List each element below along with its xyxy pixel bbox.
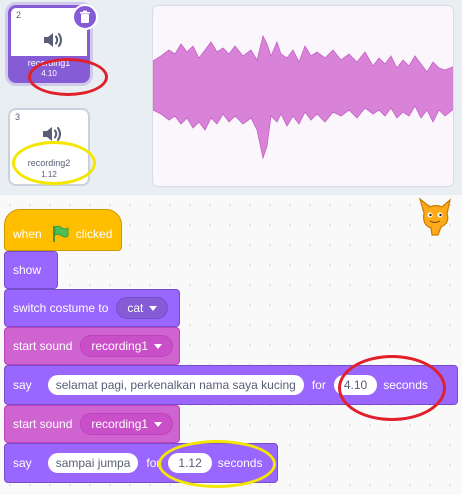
block-label: switch costume to (13, 301, 109, 315)
block-label: say (13, 456, 32, 470)
sound-number: 2 (16, 10, 22, 20)
when-flag-clicked-block[interactable]: when clicked (4, 209, 122, 251)
show-block[interactable]: show (4, 251, 58, 289)
highlight-ring-recording2-yellow (12, 141, 96, 185)
say-message-input[interactable]: selamat pagi, perkenalkan nama saya kuci… (47, 375, 304, 395)
dropdown-value: cat (127, 301, 144, 315)
block-label: show (13, 263, 42, 277)
block-label: start sound (13, 417, 73, 431)
sound-number: 3 (15, 112, 21, 122)
trash-icon (80, 10, 90, 23)
waveform (153, 34, 453, 160)
switch-costume-block[interactable]: switch costume to cat (4, 289, 180, 327)
block-label: for (311, 378, 326, 392)
start-sound-block[interactable]: start sound recording1 (4, 327, 180, 365)
highlight-ring-seconds-red (338, 355, 446, 421)
green-flag-icon (52, 225, 69, 242)
say-message-input[interactable]: sampai jumpa (47, 453, 139, 473)
dropdown-value: recording1 (91, 417, 149, 431)
waveform-panel[interactable] (152, 5, 454, 187)
speaker-icon (44, 33, 62, 47)
dropdown-value: recording1 (91, 339, 149, 353)
block-label: start sound (13, 339, 73, 353)
start-sound-block[interactable]: start sound recording1 (4, 405, 180, 443)
sound-dropdown[interactable]: recording1 (80, 413, 174, 435)
delete-sound-button[interactable] (72, 4, 98, 30)
block-label: clicked (75, 227, 113, 241)
costume-dropdown[interactable]: cat (116, 297, 169, 319)
scratch-cat-icon[interactable] (416, 195, 456, 237)
chevron-down-icon (154, 343, 163, 349)
block-label: say (13, 378, 32, 392)
sound-dropdown[interactable]: recording1 (80, 335, 174, 357)
highlight-ring-seconds-yellow (158, 440, 276, 488)
chevron-down-icon (154, 421, 163, 427)
chevron-down-icon (149, 305, 158, 311)
highlight-ring-duration-red (28, 58, 108, 96)
block-label: when (13, 227, 42, 241)
